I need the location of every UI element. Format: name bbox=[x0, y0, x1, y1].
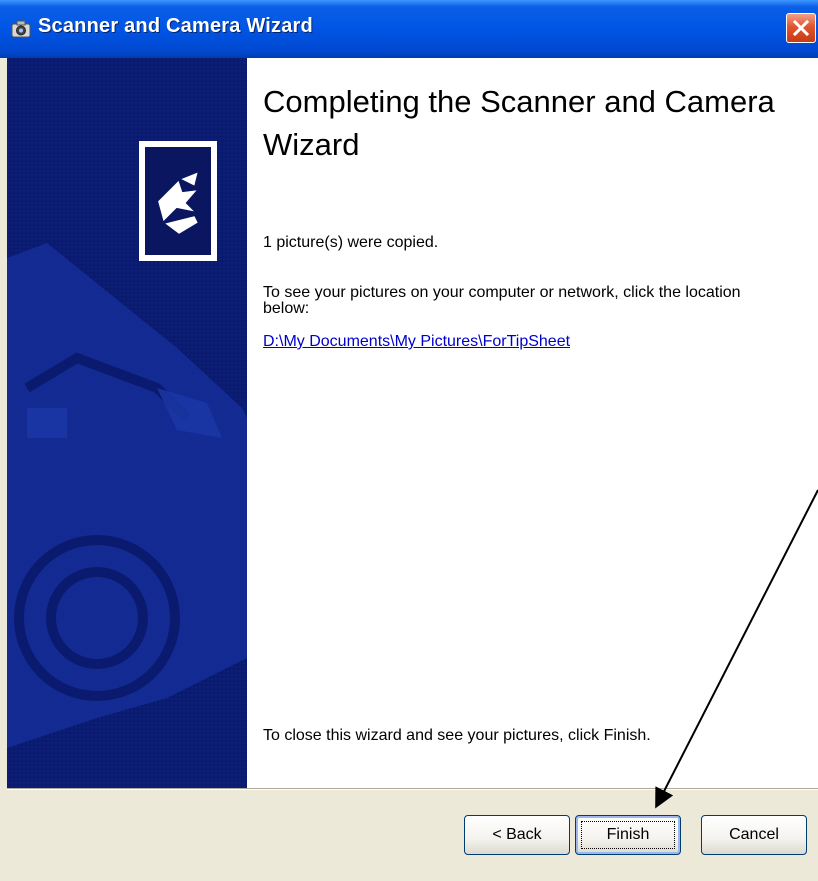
wizard-sidebar bbox=[7, 58, 247, 788]
back-button[interactable]: < Back bbox=[464, 815, 570, 855]
camera-icon bbox=[10, 18, 32, 40]
pictures-location-link[interactable]: D:\My Documents\My Pictures\ForTipSheet bbox=[263, 333, 570, 351]
finish-button[interactable]: Finish bbox=[575, 815, 681, 855]
wizard-window: Scanner and Camera Wizard Completing the… bbox=[0, 0, 818, 881]
window-title: Scanner and Camera Wizard bbox=[38, 15, 313, 37]
location-instruction-text: To see your pictures on your computer or… bbox=[263, 284, 741, 317]
cancel-button[interactable]: Cancel bbox=[701, 815, 807, 855]
title-bar[interactable]: Scanner and Camera Wizard bbox=[0, 0, 818, 58]
page-title: Completing the Scanner and Camera Wizard bbox=[263, 84, 775, 162]
focus-ring bbox=[581, 821, 675, 849]
copied-status-text: 1 picture(s) were copied. bbox=[263, 234, 439, 251]
wizard-content: Completing the Scanner and Camera Wizard… bbox=[247, 58, 818, 788]
wizard-arrow-icon bbox=[139, 141, 217, 261]
close-icon bbox=[792, 19, 810, 37]
finish-instruction-text: To close this wizard and see your pictur… bbox=[263, 727, 651, 744]
footer-divider bbox=[7, 788, 818, 790]
close-button[interactable] bbox=[786, 13, 816, 43]
